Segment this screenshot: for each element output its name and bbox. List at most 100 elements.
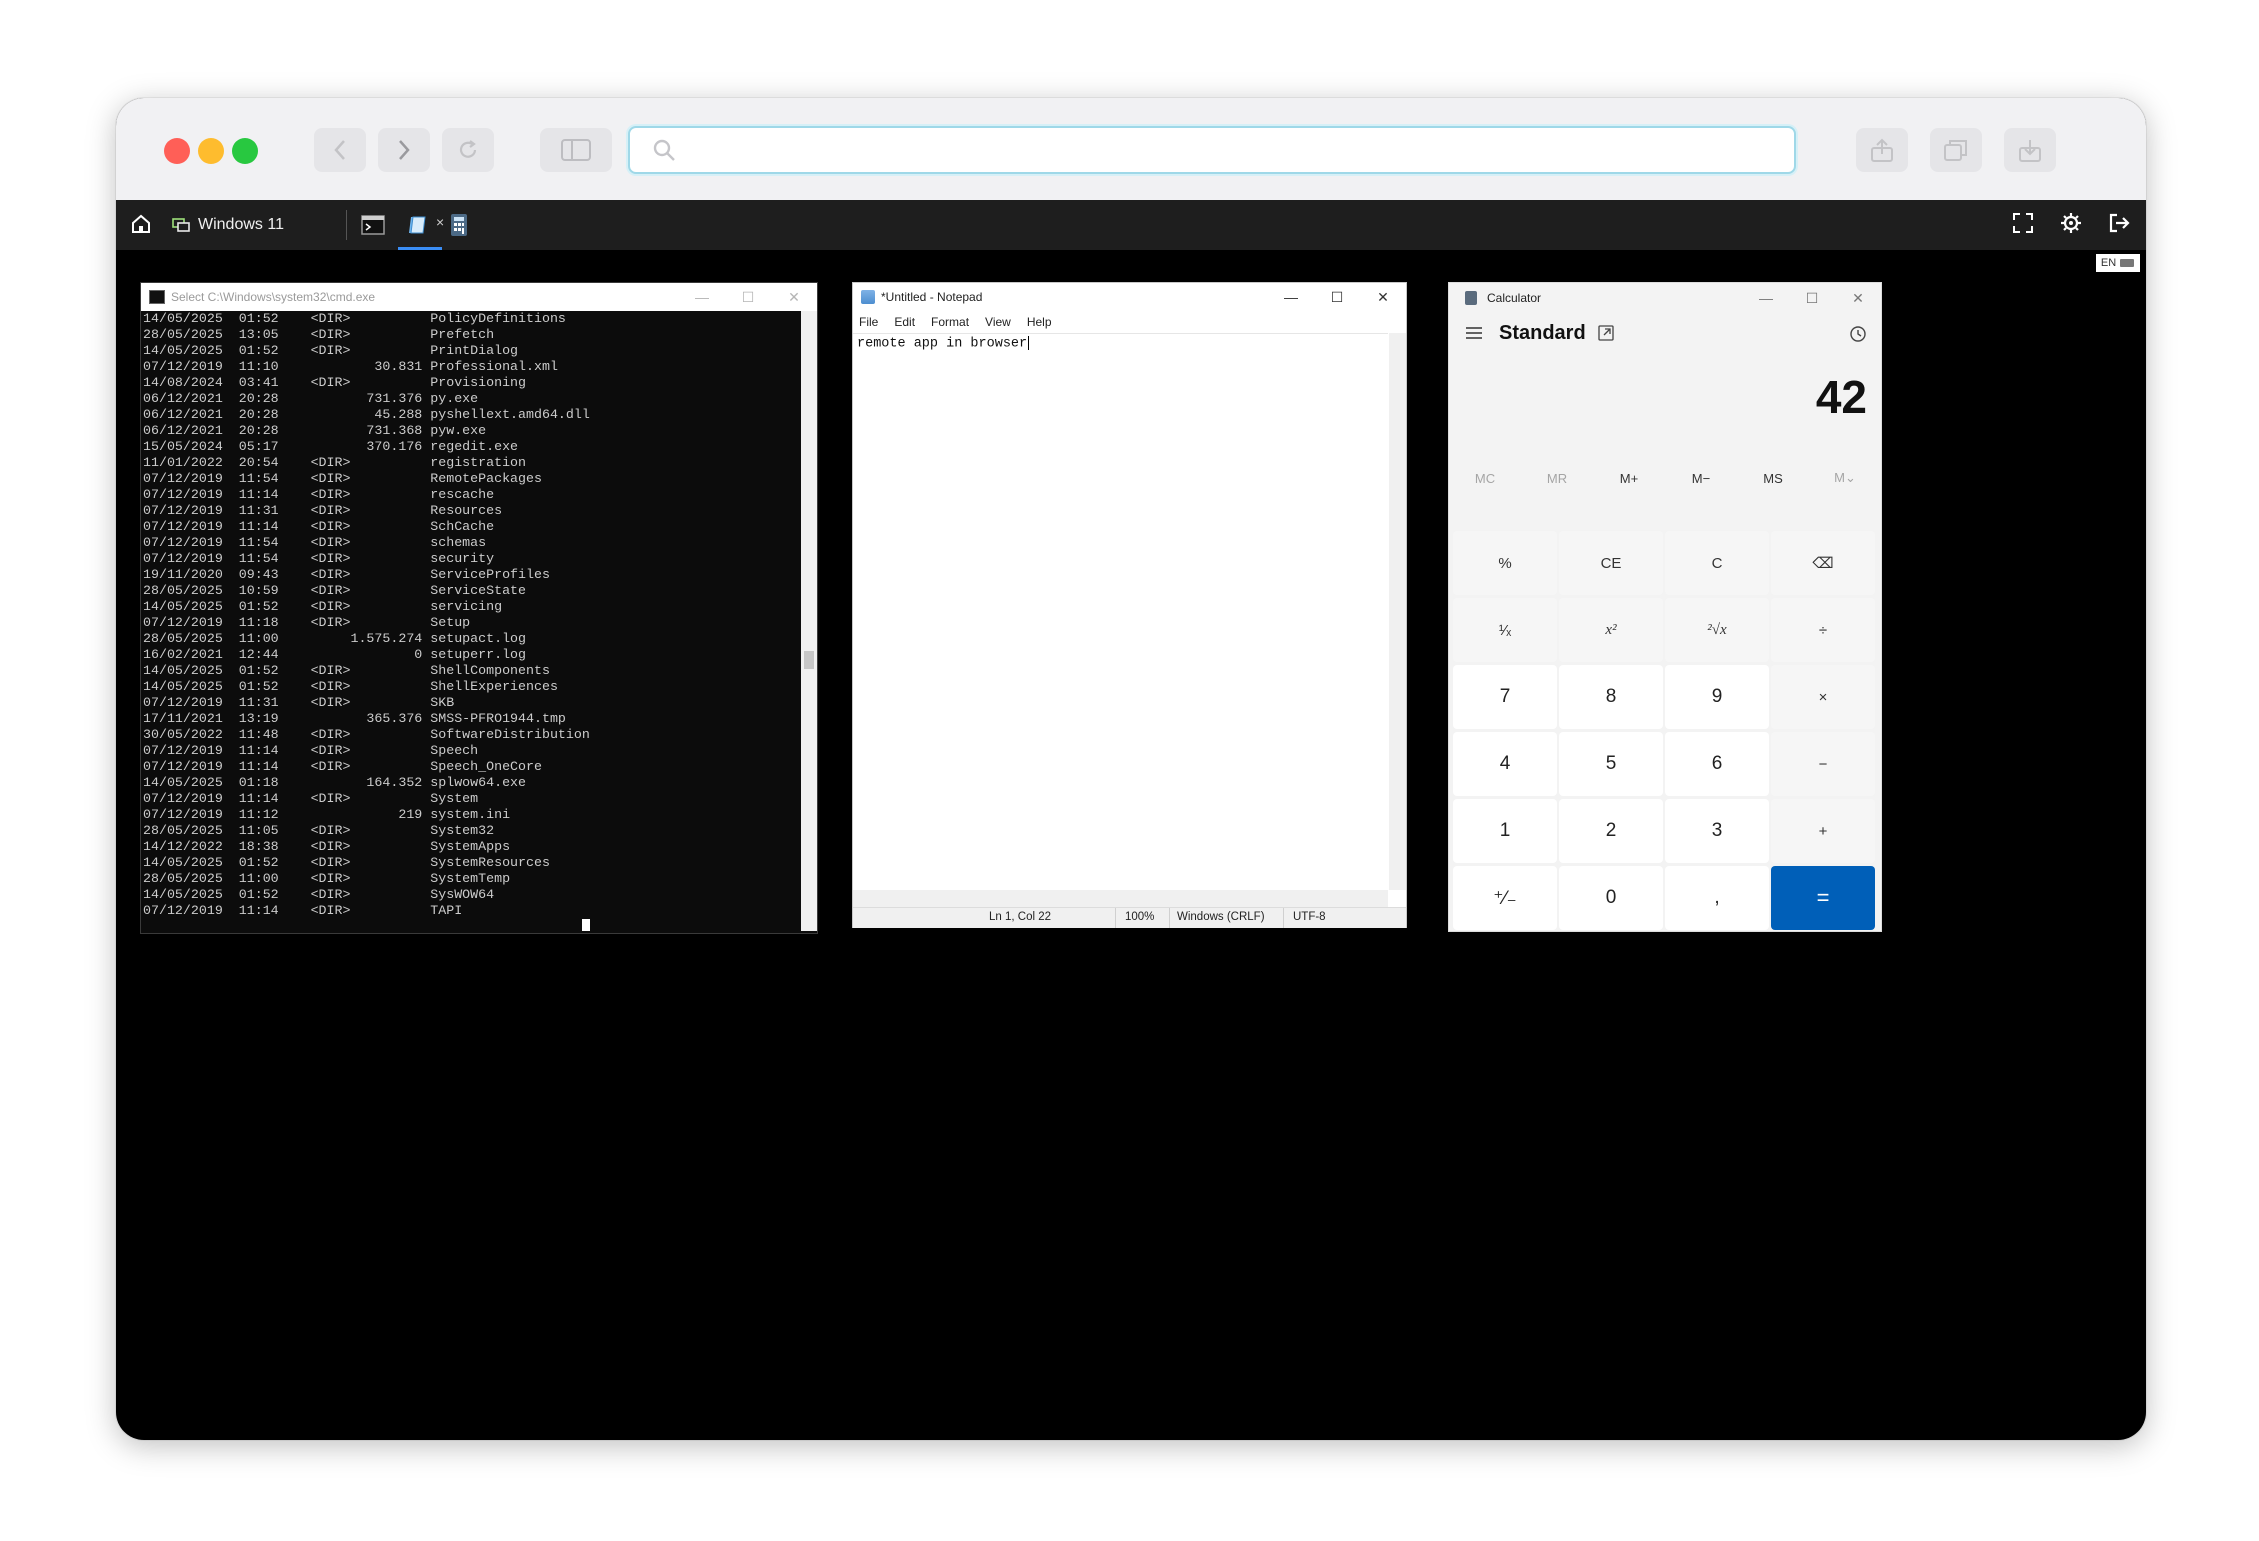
cmd-output[interactable]: 14/05/2025 01:52 <DIR> PolicyDefinitions… [141,311,817,919]
memory-clear-button[interactable]: MC [1449,453,1521,503]
cmd-output-line: 06/12/2021 20:28 45.288 pyshellext.amd64… [143,407,590,422]
menu-file[interactable]: File [859,315,878,329]
digit-1-button[interactable]: 1 [1453,799,1557,863]
reload-button[interactable] [442,128,494,172]
memory-recall-button[interactable]: MR [1521,453,1593,503]
calculator-icon [451,214,467,236]
equals-button[interactable]: = [1771,866,1875,930]
cmd-output-line: 14/05/2025 01:52 <DIR> SysWOW64 [143,887,495,902]
download-button[interactable] [2004,128,2056,172]
decimal-button[interactable]: , [1665,866,1769,930]
calculator-close-button[interactable]: ✕ [1835,283,1881,313]
backspace-button[interactable]: ⌫ [1771,531,1875,595]
memory-add-button[interactable]: M+ [1593,453,1665,503]
cmd-minimize-button[interactable]: — [679,283,725,311]
calculator-minimize-button[interactable]: — [1743,283,1789,313]
reload-icon [459,140,477,158]
notepad-title: *Untitled - Notepad [881,290,983,304]
digit-7-button[interactable]: 7 [1453,665,1557,729]
notepad-horizontal-scrollbar[interactable] [853,890,1388,907]
home-icon[interactable] [130,213,152,235]
notepad-vertical-scrollbar[interactable] [1389,333,1406,890]
negate-button[interactable]: ⁺⁄₋ [1453,866,1557,930]
back-button[interactable] [314,128,366,172]
notepad-text[interactable]: remote app in browser [853,334,1388,354]
forward-button[interactable] [378,128,430,172]
logout-icon[interactable] [2108,212,2130,234]
memory-row: MC MR M+ M− MS M⌄ [1449,453,1881,503]
calculator-header: Standard [1449,313,1881,353]
address-input[interactable] [690,136,1774,164]
notepad-minimize-button[interactable]: — [1268,283,1314,311]
clear-entry-button[interactable]: CE [1559,531,1663,595]
history-icon[interactable] [1849,325,1867,343]
gear-icon[interactable] [2060,212,2082,234]
square-button[interactable]: x² [1559,598,1663,662]
calculator-titlebar[interactable]: Calculator — ☐ ✕ [1449,283,1881,313]
language-indicator[interactable]: EN [2096,254,2140,272]
cmd-output-line: 07/12/2019 11:14 <DIR> SchCache [143,519,495,534]
address-bar[interactable] [628,126,1796,174]
search-icon [653,139,675,161]
cmd-maximize-button[interactable]: ☐ [725,283,771,311]
notepad-titlebar[interactable]: *Untitled - Notepad — ☐ ✕ [853,283,1406,311]
notepad-close-button[interactable]: ✕ [1360,283,1406,311]
cmd-output-line: 15/05/2024 05:17 370.176 regedit.exe [143,439,519,454]
cmd-output-line: 14/05/2025 01:52 <DIR> PrintDialog [143,343,519,358]
add-button[interactable]: + [1771,799,1875,863]
digit-4-button[interactable]: 4 [1453,732,1557,796]
digit-3-button[interactable]: 3 [1665,799,1769,863]
clear-button[interactable]: C [1665,531,1769,595]
close-window-button[interactable] [164,138,190,164]
digit-5-button[interactable]: 5 [1559,732,1663,796]
language-code: EN [2100,257,2117,269]
square-root-button[interactable]: ²√x [1665,598,1769,662]
app-switch-terminal[interactable] [358,210,388,240]
memory-store-button[interactable]: MS [1737,453,1809,503]
notepad-window[interactable]: *Untitled - Notepad — ☐ ✕ File Edit Form… [852,282,1407,928]
app-switch-calculator[interactable] [444,210,474,240]
cmd-output-line: 14/08/2024 03:41 <DIR> Provisioning [143,375,527,390]
minimize-window-button[interactable] [198,138,224,164]
menu-help[interactable]: Help [1027,315,1052,329]
cmd-scrollbar-thumb[interactable] [804,651,814,669]
notepad-icon [409,216,426,234]
cmd-output-line: 14/05/2025 01:52 <DIR> PolicyDefinitions [143,311,566,326]
cmd-window[interactable]: Select C:\Windows\system32\cmd.exe — ☐ ✕… [140,282,818,934]
cmd-close-button[interactable]: ✕ [771,283,817,311]
tabs-overview-button[interactable] [1930,128,1982,172]
calculator-window[interactable]: Calculator — ☐ ✕ Standard 42 MC MR M+ M−… [1448,282,1882,932]
cmd-scrollbar[interactable] [801,311,817,931]
menu-format[interactable]: Format [931,315,969,329]
digit-0-button[interactable]: 0 [1559,866,1663,930]
menu-view[interactable]: View [985,315,1011,329]
percent-button[interactable]: % [1453,531,1557,595]
notepad-text-area[interactable]: remote app in browser [853,333,1388,891]
divide-button[interactable]: ÷ [1771,598,1875,662]
digit-6-button[interactable]: 6 [1665,732,1769,796]
browser-window: Windows 11 × EN Select C:\Windows\system… [116,98,2146,1440]
cmd-title: Select C:\Windows\system32\cmd.exe [171,290,376,304]
zoom-window-button[interactable] [232,138,258,164]
memory-list-button[interactable]: M⌄ [1809,453,1881,503]
app-switch-notepad[interactable] [398,210,442,250]
sidebar-toggle-button[interactable] [540,128,612,172]
digit-8-button[interactable]: 8 [1559,665,1663,729]
cmd-cursor [582,919,590,931]
reciprocal-button[interactable]: ¹⁄ₓ [1453,598,1557,662]
cmd-output-line: 14/05/2025 01:52 <DIR> ShellExperiences [143,679,558,694]
cmd-titlebar[interactable]: Select C:\Windows\system32\cmd.exe — ☐ ✕ [141,283,817,311]
calculator-maximize-button[interactable]: ☐ [1789,283,1835,313]
multiply-button[interactable]: × [1771,665,1875,729]
share-button[interactable] [1856,128,1908,172]
fullscreen-icon[interactable] [2012,212,2034,234]
menu-edit[interactable]: Edit [894,315,915,329]
menu-icon[interactable] [1465,326,1483,340]
session-tab-close[interactable]: × [436,214,444,230]
subtract-button[interactable]: − [1771,732,1875,796]
memory-subtract-button[interactable]: M− [1665,453,1737,503]
notepad-maximize-button[interactable]: ☐ [1314,283,1360,311]
digit-9-button[interactable]: 9 [1665,665,1769,729]
digit-2-button[interactable]: 2 [1559,799,1663,863]
keep-on-top-icon[interactable] [1598,325,1614,341]
